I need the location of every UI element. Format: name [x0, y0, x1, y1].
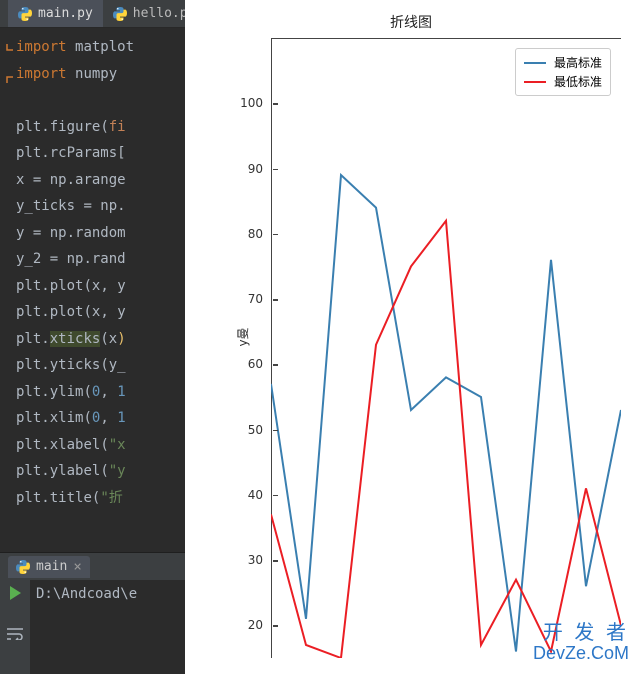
editor-tabs: main.py hello.p — [0, 0, 185, 28]
code-text: plt.xlim(0, 1 — [16, 405, 126, 432]
tab-label: main.py — [38, 6, 93, 21]
run-tab-label: main — [36, 559, 67, 574]
python-icon — [113, 7, 127, 21]
code-text: matplot — [75, 34, 134, 61]
y-tick-label: 100 — [231, 96, 271, 110]
legend-item: 最高标准 — [524, 53, 602, 72]
gutter-fold-icon — [6, 40, 14, 54]
close-icon[interactable]: × — [73, 559, 81, 575]
y-tick-label: 60 — [231, 357, 271, 371]
soft-wrap-icon[interactable] — [7, 628, 23, 640]
chart-axes: 最高标准 最低标准 2030405060708090100 — [271, 38, 621, 658]
code-text: numpy — [75, 61, 117, 88]
code-text: plt.xlabel("x — [16, 432, 126, 459]
run-tab-main[interactable]: main × — [8, 556, 90, 578]
y-tick-label: 20 — [231, 618, 271, 632]
code-text: y = np.random — [16, 220, 126, 247]
run-button[interactable] — [10, 586, 21, 600]
y-tick-label: 90 — [231, 162, 271, 176]
code-text: plt.ylabel("y — [16, 458, 126, 485]
code-text: plt.plot(x, y — [16, 273, 126, 300]
tab-hello-py[interactable]: hello.p — [103, 0, 198, 27]
code-text: plt.figure(plt.figure(fifi — [16, 114, 126, 141]
chart-title: 折线图 — [185, 0, 637, 32]
console-panel: D:\Andcoad\e — [0, 580, 185, 674]
console-output[interactable]: D:\Andcoad\e — [36, 586, 137, 602]
code-text: x = np.arange — [16, 167, 126, 194]
console-side-toolbar — [0, 580, 30, 674]
code-text: plt.plot(x, y — [16, 299, 126, 326]
y-tick-label: 30 — [231, 553, 271, 567]
code-area[interactable]: import matplot import numpy plt.figure(p… — [0, 28, 185, 511]
code-text: plt.xticks(x) — [16, 326, 126, 353]
tab-main-py[interactable]: main.py — [8, 0, 103, 27]
python-icon — [16, 560, 30, 574]
gutter-fold-icon — [6, 67, 14, 81]
keyword: import — [16, 61, 67, 88]
code-text: plt.rcParams[ — [16, 140, 126, 167]
tab-label: hello.p — [133, 6, 188, 21]
legend-item: 最低标准 — [524, 72, 602, 91]
y-tick-label: 70 — [231, 292, 271, 306]
python-icon — [18, 7, 32, 21]
chart-lines — [271, 38, 621, 658]
y-axis-label: y曼 — [234, 327, 251, 346]
code-text: y_ticks = np. — [16, 193, 126, 220]
code-text: y_2 = np.rand — [16, 246, 126, 273]
legend-swatch — [524, 62, 546, 64]
legend-label: 最低标准 — [554, 73, 602, 90]
y-tick-label: 80 — [231, 227, 271, 241]
code-text: plt.ylim(0, 1 — [16, 379, 126, 406]
legend-label: 最高标准 — [554, 54, 602, 71]
plot-panel: 折线图 y曼 最高标准 最低标准 2030405060708090100 开 发… — [185, 0, 637, 674]
chart-legend: 最高标准 最低标准 — [515, 48, 611, 96]
y-tick-label: 50 — [231, 423, 271, 437]
legend-swatch — [524, 81, 546, 83]
code-text: plt.title("折 — [16, 485, 123, 512]
y-tick-label: 40 — [231, 488, 271, 502]
code-text: plt.yticks(y_ — [16, 352, 126, 379]
keyword: import — [16, 34, 67, 61]
